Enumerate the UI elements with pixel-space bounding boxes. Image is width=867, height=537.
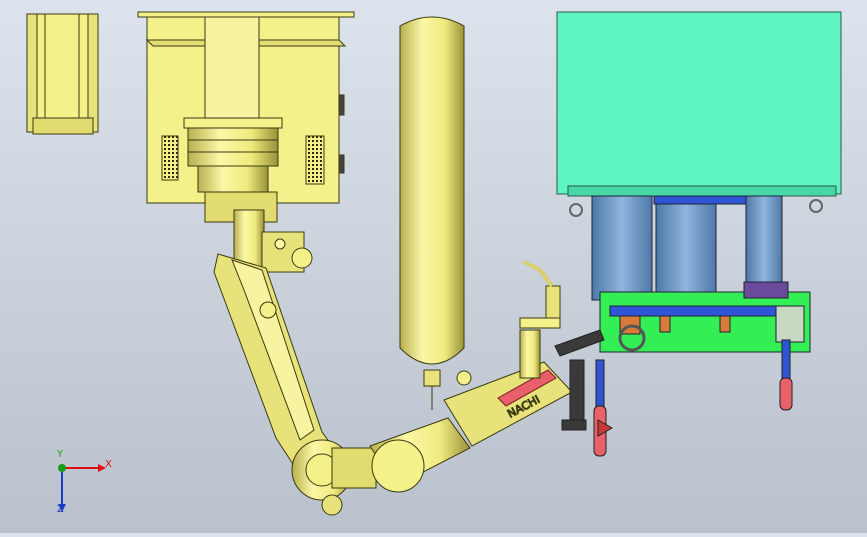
side-cabinet[interactable] bbox=[26, 13, 99, 135]
cad-model-view[interactable]: NACHI bbox=[0, 0, 867, 533]
welding-torch[interactable] bbox=[519, 260, 561, 379]
x-axis-label: X bbox=[105, 459, 112, 470]
coordinate-triad: X Y Z bbox=[40, 449, 112, 522]
fixture-top-block[interactable] bbox=[556, 11, 842, 217]
gas-cylinder[interactable] bbox=[399, 16, 472, 410]
axis-arrows bbox=[58, 464, 106, 512]
fixture-frame[interactable] bbox=[591, 195, 811, 353]
robot-forearm[interactable]: NACHI bbox=[369, 361, 573, 493]
z-axis-label: Z bbox=[57, 504, 64, 515]
robot-elbow[interactable] bbox=[291, 439, 377, 516]
cad-viewport[interactable]: NACHI X Y Z bbox=[0, 0, 867, 533]
y-axis-label: Y bbox=[57, 449, 64, 460]
